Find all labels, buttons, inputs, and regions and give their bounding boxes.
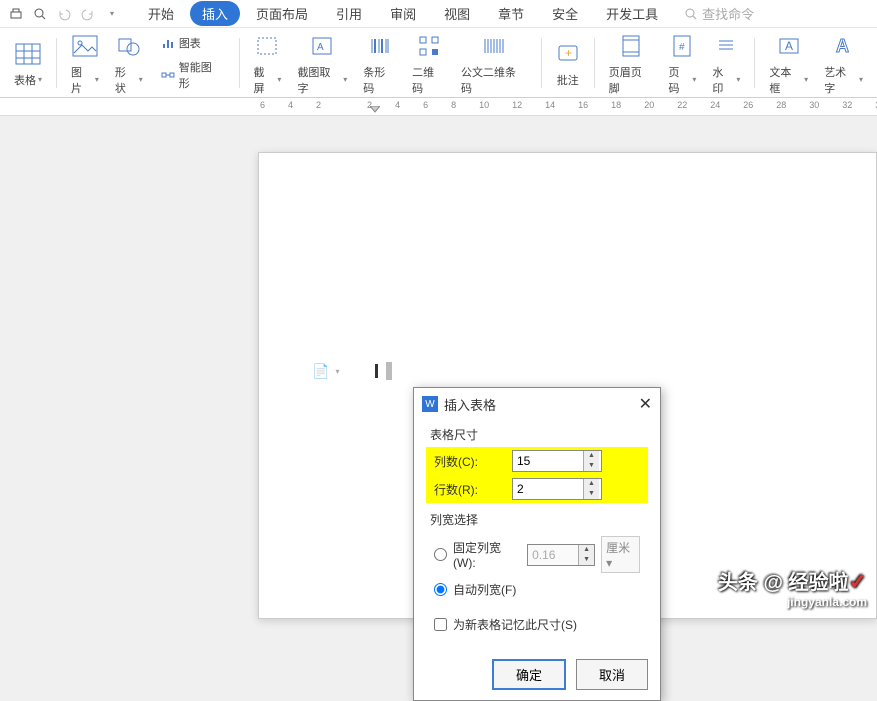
tab-start[interactable]: 开始 (136, 1, 186, 26)
tab-pagelayout[interactable]: 页面布局 (244, 1, 320, 26)
rows-down[interactable]: ▼ (584, 489, 599, 499)
insert-table-dialog: W 插入表格 ✕ 表格尺寸 列数(C): ▲▼ 行数(R): ▲▼ 列宽选择 (413, 387, 661, 701)
titlebar: ▾ 开始 插入 页面布局 引用 审阅 视图 章节 安全 开发工具 查找命令 (0, 0, 877, 28)
ribbon-screenshot[interactable]: 截屏▾ (248, 30, 288, 96)
rows-spinner[interactable]: ▲▼ (512, 478, 602, 500)
print-icon[interactable] (6, 4, 26, 24)
tab-reference[interactable]: 引用 (324, 1, 374, 26)
remember-row[interactable]: 为新表格记忆此尺寸(S) (426, 612, 648, 637)
ribbon-headerfooter[interactable]: 页眉页脚 (603, 30, 659, 96)
remember-checkbox[interactable] (434, 618, 447, 631)
watermark-overlay: 头条 @ 经验啦✓ jingyanla.com (718, 566, 867, 609)
fixed-width-row[interactable]: 固定列宽(W): ▲▼ 厘米▾ (426, 532, 648, 577)
svg-text:+: + (565, 46, 572, 60)
rows-up[interactable]: ▲ (584, 479, 599, 489)
columns-spinner[interactable]: ▲▼ (512, 450, 602, 472)
tab-view[interactable]: 视图 (432, 1, 482, 26)
tab-security[interactable]: 安全 (540, 1, 590, 26)
watermark-icon (715, 30, 737, 62)
columns-row: 列数(C): ▲▼ (426, 447, 648, 475)
auto-width-radio[interactable] (434, 583, 447, 596)
unit-select[interactable]: 厘米▾ (601, 536, 640, 573)
ribbon-textbox[interactable]: A 文本框▾ (763, 30, 814, 96)
tab-review[interactable]: 审阅 (378, 1, 428, 26)
width-section-label: 列宽选择 (426, 511, 648, 528)
rows-label: 行数(R): (434, 481, 504, 498)
comment-icon: + (556, 38, 580, 70)
auto-width-label: 自动列宽(F) (453, 581, 516, 598)
ribbon-barcode[interactable]: 条形码 (357, 30, 402, 96)
columns-up[interactable]: ▲ (584, 451, 599, 461)
auto-width-row[interactable]: 自动列宽(F) (426, 577, 648, 602)
fixed-width-input (528, 545, 578, 565)
fixed-width-label: 固定列宽(W): (453, 539, 521, 570)
menu-tabs: 开始 插入 页面布局 引用 审阅 视图 章节 安全 开发工具 (136, 1, 670, 26)
undo-icon[interactable] (54, 4, 74, 24)
ribbon-qrcode[interactable]: 二维码 (406, 30, 451, 96)
columns-input[interactable] (513, 451, 583, 471)
barcode-icon (368, 30, 392, 62)
ribbon-watermark[interactable]: 水印▾ (706, 30, 746, 96)
headerfooter-icon (621, 30, 641, 62)
ribbon-pagenumber[interactable]: # 页码▾ (663, 30, 703, 96)
command-search[interactable]: 查找命令 (684, 4, 754, 23)
ribbon-image[interactable]: 图片▾ (65, 30, 105, 96)
ribbon-wordart[interactable]: A 艺术字▾ (818, 30, 869, 96)
ok-button[interactable]: 确定 (492, 659, 566, 690)
rows-input[interactable] (513, 479, 583, 499)
textbox-icon: A (777, 30, 801, 62)
image-icon (72, 30, 98, 62)
dialog-close-button[interactable]: ✕ (639, 394, 652, 414)
svg-text:A: A (836, 36, 849, 56)
document-workspace: 📄 ▾ W 插入表格 ✕ 表格尺寸 列数(C): ▲▼ 行数(R): (0, 116, 877, 619)
ribbon-shape[interactable]: 形状▾ (109, 30, 149, 96)
wordart-icon: A (832, 30, 856, 62)
ribbon: 表格▾ 图片▾ 形状▾ 图表 智能图形 截屏▾ A 截图取字▾ 条形码 二维码 … (0, 28, 877, 98)
gov-barcode-icon (482, 30, 506, 62)
size-section-label: 表格尺寸 (426, 426, 648, 443)
svg-text:A: A (785, 39, 793, 53)
ribbon-govbarcode[interactable]: 公文二维条码 (455, 30, 533, 96)
redo-icon[interactable] (78, 4, 98, 24)
tab-devtools[interactable]: 开发工具 (594, 1, 670, 26)
fixed-width-radio[interactable] (434, 548, 447, 561)
columns-label: 列数(C): (434, 453, 504, 470)
ribbon-screentext[interactable]: A 截图取字▾ (291, 30, 353, 96)
ribbon-chart[interactable]: 图表 (157, 33, 227, 53)
cursor-position: 📄 ▾ (312, 362, 392, 380)
ribbon-comment[interactable]: + 批注 (550, 38, 586, 88)
page-icon: 📄 (312, 363, 329, 380)
rows-row: 行数(R): ▲▼ (426, 475, 648, 503)
ruler-indent-marker[interactable] (370, 106, 380, 114)
tab-chapter[interactable]: 章节 (486, 1, 536, 26)
dialog-title-text: 插入表格 (444, 395, 496, 414)
pagenumber-icon: # (672, 30, 692, 62)
more-icon[interactable]: ▾ (102, 4, 122, 24)
cancel-button[interactable]: 取消 (576, 659, 648, 690)
preview-icon[interactable] (30, 4, 50, 24)
fixed-width-spinner[interactable]: ▲▼ (527, 544, 595, 566)
ribbon-smartart[interactable]: 智能图形 (157, 57, 227, 93)
tab-insert[interactable]: 插入 (190, 1, 240, 26)
ocr-icon: A (310, 30, 334, 62)
svg-text:#: # (679, 42, 685, 53)
columns-down[interactable]: ▼ (584, 461, 599, 471)
shape-icon (117, 30, 141, 62)
dialog-titlebar[interactable]: W 插入表格 ✕ (414, 388, 660, 420)
table-icon (14, 38, 42, 70)
ribbon-table[interactable]: 表格▾ (8, 38, 48, 88)
svg-text:A: A (317, 42, 324, 53)
horizontal-ruler[interactable]: 642246810121416182022242628303234 (0, 98, 877, 116)
qrcode-icon (418, 30, 440, 62)
dialog-icon: W (422, 396, 438, 412)
search-placeholder: 查找命令 (702, 4, 754, 23)
screenshot-icon (255, 30, 279, 62)
